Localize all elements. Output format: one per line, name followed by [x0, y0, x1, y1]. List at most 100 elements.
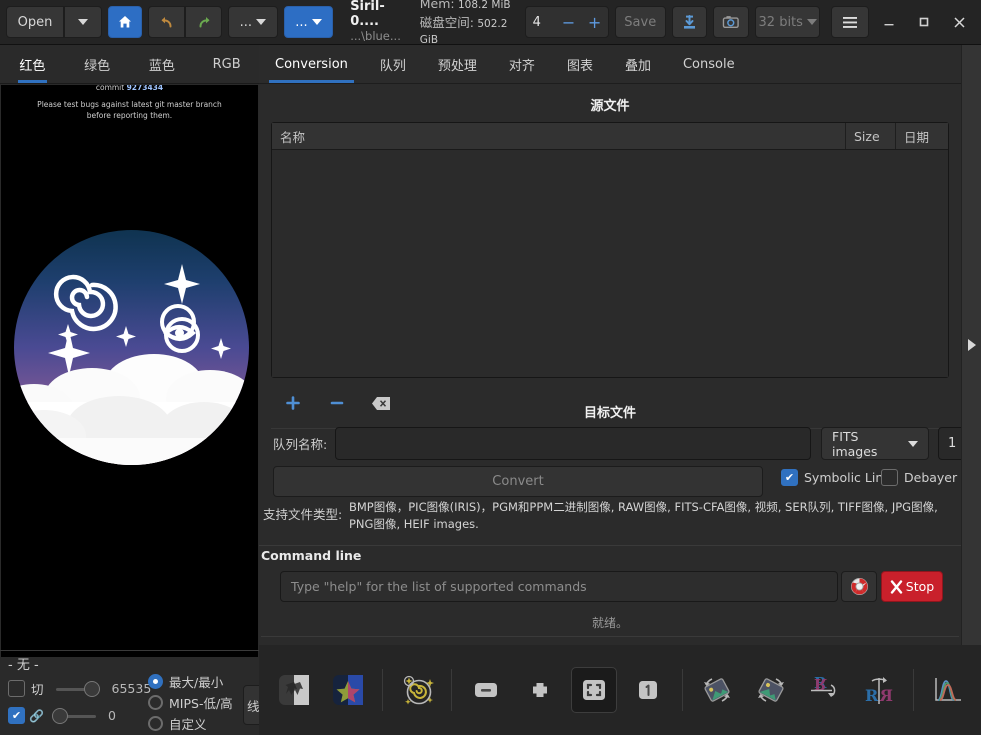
source-files-list[interactable]: 名称 Size 日期 [271, 122, 949, 378]
high-threshold-slider[interactable] [55, 680, 100, 697]
cut-checkbox[interactable] [8, 680, 25, 697]
column-header-name[interactable]: 名称 [272, 123, 846, 149]
zoom-fit-icon [583, 680, 605, 700]
open-button[interactable]: Open [6, 6, 64, 38]
flip-vertical-button[interactable]: R R [802, 667, 848, 713]
cut-label: 切 [31, 682, 44, 697]
command-help-button[interactable] [841, 571, 877, 602]
radio-custom-button[interactable] [148, 716, 163, 731]
debayer-row[interactable]: Debayer [881, 469, 957, 486]
radio-custom[interactable]: 自定义 [148, 714, 207, 733]
cut-control-row: 切 65535 [8, 679, 152, 698]
siril-logo [14, 230, 249, 465]
sequence-name-input[interactable] [335, 427, 811, 460]
command-input[interactable]: Type "help" for the list of supported co… [280, 571, 838, 602]
symbolic-link-row[interactable]: Symbolic Link [781, 469, 890, 486]
column-header-size[interactable]: Size [846, 123, 896, 149]
rotate-right-button[interactable] [748, 667, 794, 713]
histogram-button[interactable] [925, 667, 971, 713]
output-format-dropdown[interactable]: FITS images [821, 427, 929, 460]
redo-arrow-icon [199, 17, 209, 28]
preview-commit-prefix: commit [95, 85, 127, 92]
tab-conversion[interactable]: Conversion [259, 45, 364, 83]
source-files-body[interactable] [272, 150, 948, 377]
tab-preprocessing[interactable]: 预处理 [422, 45, 493, 83]
debayer-label: Debayer [904, 470, 958, 485]
zoom-in-button[interactable] [517, 667, 563, 713]
tab-registration[interactable]: 对齐 [493, 45, 551, 83]
symbolic-link-label: Symbolic Link [804, 470, 891, 485]
home-button[interactable] [108, 6, 142, 38]
zoom-stepper[interactable]: 4 − + [524, 6, 609, 38]
zoom-in-icon [533, 683, 547, 697]
save-as-button[interactable] [671, 6, 708, 38]
selection-status-label: - 无 - [8, 658, 39, 673]
low-threshold-slider[interactable] [51, 707, 96, 724]
stop-button-label: Stop [905, 579, 935, 594]
radio-minmax[interactable]: 最大/最小 [148, 672, 223, 691]
window-maximize-button[interactable] [907, 0, 942, 44]
undo-button[interactable] [148, 6, 185, 38]
debayer-checkbox[interactable] [881, 469, 898, 486]
chevron-down-icon [256, 19, 266, 25]
astrometry-annotate-icon [403, 675, 434, 705]
link-chain-icon[interactable]: 🔗 [29, 709, 44, 723]
window-minimize-button[interactable] [872, 0, 907, 44]
zoom-value[interactable]: 4 [526, 15, 556, 30]
tab-channel-rgb[interactable]: RGB [194, 45, 259, 83]
stop-button[interactable]: Stop [881, 571, 943, 602]
tab-console[interactable]: Console [667, 45, 751, 83]
low-threshold-value[interactable]: 0 [108, 708, 148, 723]
astrometry-annotate-button[interactable] [394, 667, 440, 713]
color-preview-button[interactable] [325, 667, 371, 713]
redo-button[interactable] [185, 6, 222, 38]
radio-minmax-button[interactable] [148, 674, 163, 689]
bw-preview-button[interactable] [271, 667, 317, 713]
zoom-fit-button[interactable] [571, 667, 617, 713]
open-dropdown-button[interactable] [64, 6, 102, 38]
tab-plot[interactable]: 图表 [551, 45, 609, 83]
radio-minmax-label: 最大/最小 [169, 675, 224, 690]
high-threshold-value[interactable]: 65535 [112, 681, 152, 696]
window-close-button[interactable] [942, 0, 977, 44]
image-preview-canvas[interactable]: commit 9273434 Please test bugs against … [1, 85, 258, 657]
tab-channel-red[interactable]: 红色 [0, 45, 65, 83]
save-button[interactable]: Save [614, 6, 666, 38]
zoom-decrement-button[interactable]: − [556, 13, 582, 32]
auto-stretch-checkbox[interactable] [8, 707, 25, 724]
chevron-down-icon [311, 19, 322, 25]
radio-mips[interactable]: MIPS-低/高 [148, 693, 233, 712]
zoom-out-button[interactable] [463, 667, 509, 713]
toolbar-separator [682, 669, 683, 711]
column-header-date[interactable]: 日期 [896, 123, 948, 149]
radio-mips-button[interactable] [148, 695, 163, 710]
zoom-one-to-one-button[interactable] [625, 667, 671, 713]
main-menu-button[interactable] [831, 6, 869, 38]
symbolic-link-checkbox[interactable] [781, 469, 798, 486]
processing-dropdown-label: ... [295, 14, 308, 30]
processing-dropdown-button[interactable]: ... [283, 6, 334, 38]
main-tab-bar: Conversion 队列 预处理 对齐 图表 叠加 Console [259, 45, 961, 84]
bottom-toolbar: R R R R [259, 645, 981, 735]
tab-sequence[interactable]: 队列 [364, 45, 422, 83]
undo-arrow-icon [161, 17, 171, 28]
tab-conversion-label: Conversion [275, 56, 348, 72]
rotate-left-button[interactable] [694, 667, 740, 713]
slider-knob[interactable] [51, 707, 68, 724]
tools-dropdown-button[interactable]: ... [228, 6, 278, 38]
convert-button[interactable]: Convert [273, 466, 763, 497]
flip-horizontal-button[interactable]: R R [856, 667, 902, 713]
sequence-name-row: 队列名称: FITS images 1 [273, 427, 978, 460]
tab-stacking[interactable]: 叠加 [609, 45, 667, 83]
zoom-one-to-one-icon [639, 681, 657, 699]
snapshot-button[interactable] [713, 6, 750, 38]
maximize-icon [920, 17, 929, 27]
disk-label: 磁盘空间: [419, 15, 474, 31]
bit-depth-button[interactable]: 32 bits [755, 6, 821, 38]
right-panel-expander[interactable] [961, 45, 981, 645]
zoom-increment-button[interactable]: + [582, 13, 608, 32]
tab-channel-blue[interactable]: 蓝色 [130, 45, 195, 83]
slider-knob[interactable] [83, 680, 100, 697]
tab-channel-green[interactable]: 绿色 [65, 45, 130, 83]
close-icon [954, 16, 965, 28]
